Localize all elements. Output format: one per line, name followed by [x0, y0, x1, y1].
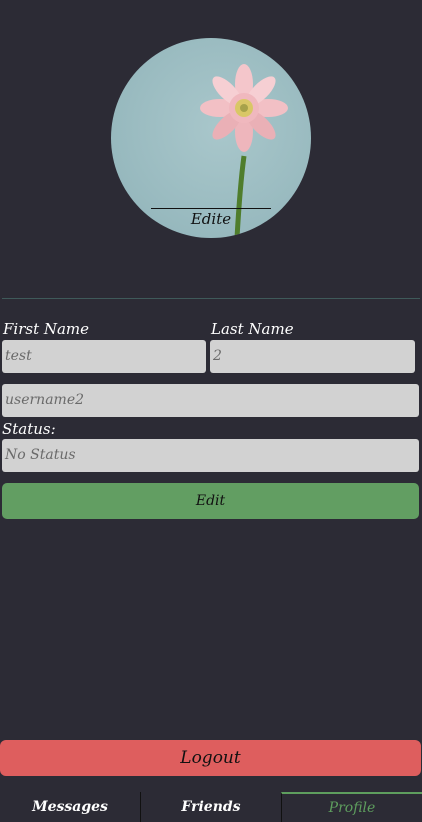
first-name-field[interactable]: test: [2, 340, 206, 373]
logout-button[interactable]: Logout: [0, 740, 421, 776]
bottom-tab-bar: Messages Friends Profile: [0, 792, 422, 822]
edit-button[interactable]: Edit: [2, 483, 419, 519]
section-divider: [2, 298, 420, 299]
last-name-label: Last Name: [211, 320, 294, 338]
avatar-edit-button[interactable]: Edite: [111, 210, 311, 228]
tab-profile[interactable]: Profile: [281, 792, 422, 822]
avatar-edit-underline: [151, 208, 271, 209]
status-field[interactable]: No Status: [2, 439, 419, 472]
first-name-label: First Name: [3, 320, 90, 338]
status-label: Status:: [2, 420, 56, 438]
last-name-field[interactable]: 2: [210, 340, 415, 373]
username-field[interactable]: username2: [2, 384, 419, 417]
tab-friends[interactable]: Friends: [140, 792, 281, 822]
tab-messages[interactable]: Messages: [0, 792, 140, 822]
profile-avatar[interactable]: Edite: [111, 38, 311, 238]
